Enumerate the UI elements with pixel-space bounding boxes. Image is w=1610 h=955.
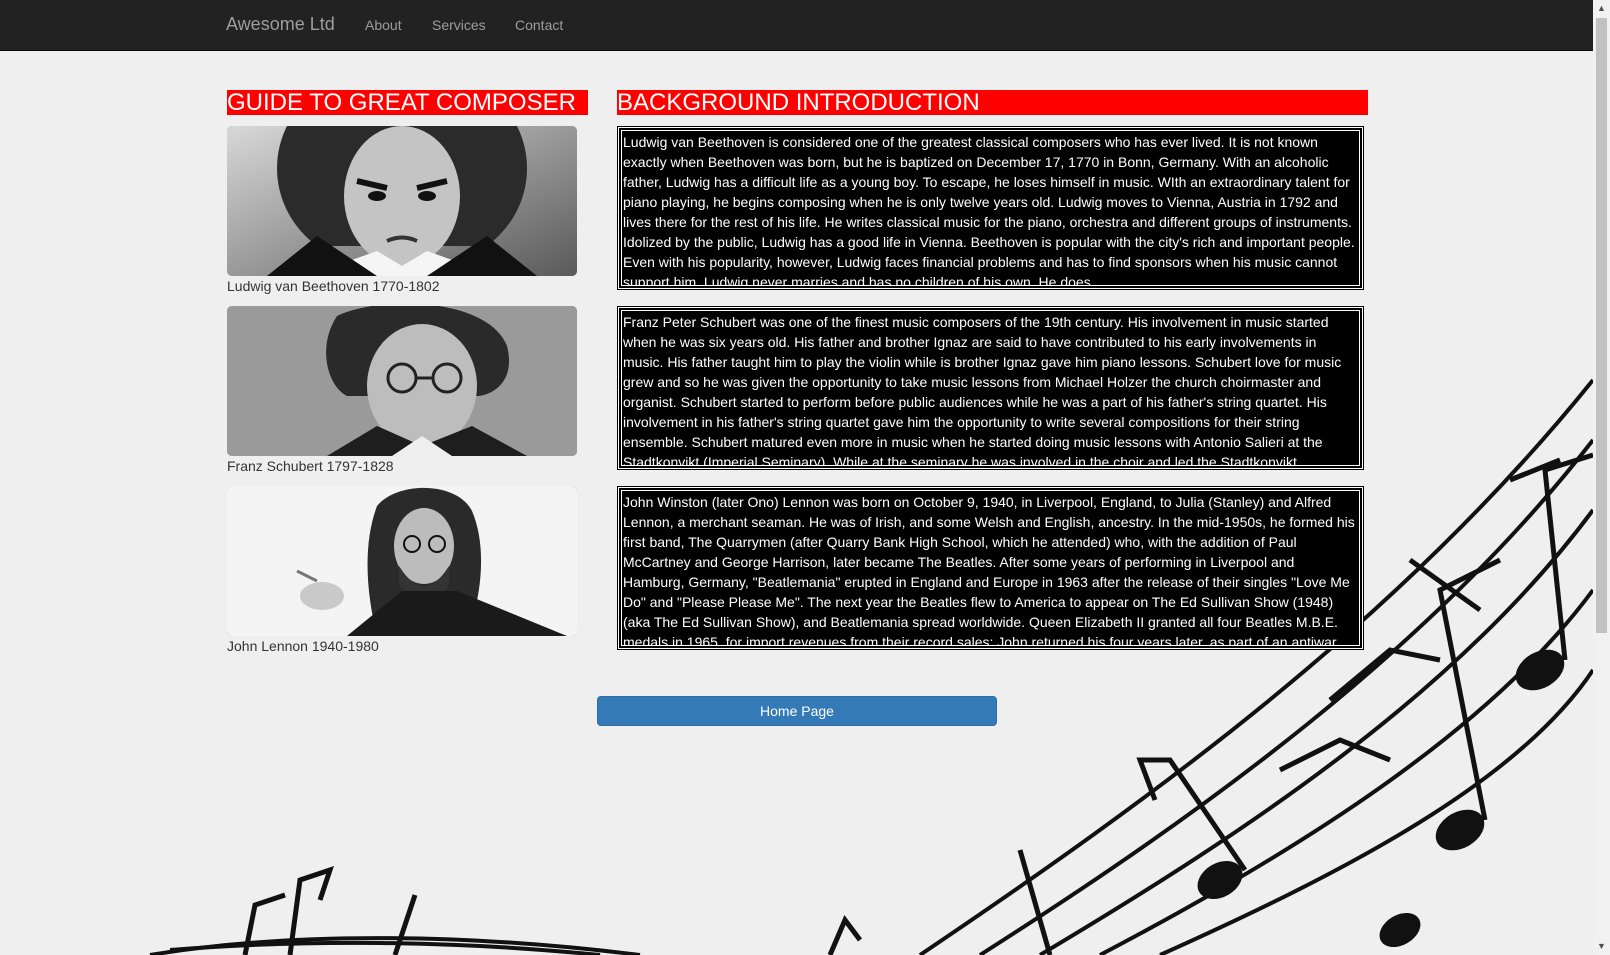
nav-link-services[interactable]: Services	[432, 17, 486, 33]
schubert-portrait	[227, 306, 577, 456]
lennon-caption: John Lennon 1940-1980	[227, 638, 379, 654]
scrollbar-thumb[interactable]	[1596, 18, 1607, 633]
composer-guide-heading: GUIDE TO GREAT COMPOSER	[227, 90, 588, 115]
home-page-button[interactable]: Home Page	[597, 696, 997, 726]
nav-link-about[interactable]: About	[365, 17, 402, 33]
beethoven-caption: Ludwig van Beethoven 1770-1802	[227, 278, 440, 294]
lennon-bio: John Winston (later Ono) Lennon was born…	[617, 486, 1364, 650]
nav-link-contact[interactable]: Contact	[515, 17, 563, 33]
schubert-caption: Franz Schubert 1797-1828	[227, 458, 394, 474]
lennon-portrait	[227, 486, 577, 636]
scroll-down-icon[interactable]: ▼	[1593, 938, 1610, 955]
brand-link[interactable]: Awesome Ltd	[226, 14, 335, 35]
beethoven-bio: Ludwig van Beethoven is considered one o…	[617, 126, 1364, 290]
beethoven-portrait	[227, 126, 577, 276]
schubert-bio: Franz Peter Schubert was one of the fine…	[617, 306, 1364, 470]
background-intro-heading: BACKGROUND INTRODUCTION	[617, 90, 1368, 115]
vertical-scrollbar[interactable]: ▲ ▼	[1593, 0, 1610, 955]
top-navbar: Awesome Ltd About Services Contact	[0, 0, 1593, 51]
scroll-up-icon[interactable]: ▲	[1593, 0, 1610, 17]
